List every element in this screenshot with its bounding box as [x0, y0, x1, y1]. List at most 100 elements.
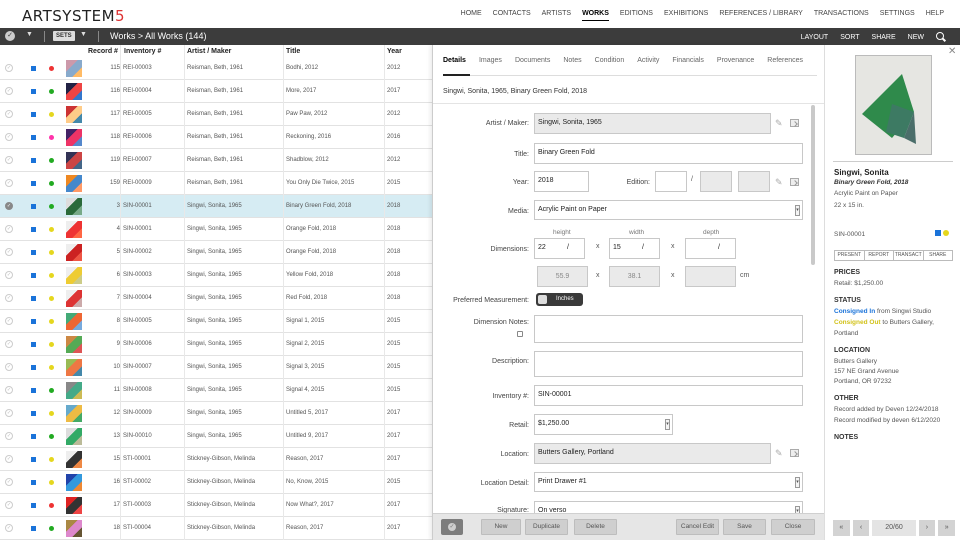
- close-icon[interactable]: ✕: [948, 46, 956, 57]
- row-thumbnail[interactable]: [66, 313, 82, 330]
- row-check-icon[interactable]: ✓: [5, 87, 13, 95]
- share-record-button[interactable]: SHARE: [924, 251, 953, 260]
- row-thumbnail[interactable]: [66, 497, 82, 514]
- edition-extra-field[interactable]: [738, 171, 770, 192]
- row-check-icon[interactable]: ✓: [5, 524, 13, 532]
- tab-condition[interactable]: Condition: [595, 57, 625, 64]
- share-button[interactable]: SHARE: [872, 34, 896, 41]
- table-row[interactable]: ✓ 18 STI-00004 Stickney-Gibson, Melinda Reas…: [0, 517, 432, 540]
- close-button[interactable]: Close: [771, 519, 815, 535]
- row-thumbnail[interactable]: [66, 83, 82, 100]
- row-check-icon[interactable]: ✓: [5, 64, 13, 72]
- table-row[interactable]: ✓ 117 REI-00005 Reisman, Beth, 1961 Paw Paw,…: [0, 103, 432, 126]
- row-check-icon[interactable]: ✓: [5, 179, 13, 187]
- table-row[interactable]: ✓ 115 REI-00003 Reisman, Beth, 1961 Bodhi, 2…: [0, 57, 432, 80]
- media-chevron-down-icon[interactable]: ▾: [795, 205, 800, 216]
- row-thumbnail[interactable]: [66, 520, 82, 537]
- row-thumbnail[interactable]: [66, 60, 82, 77]
- edition-number-field[interactable]: [655, 171, 687, 192]
- table-row[interactable]: ✓ 116 REI-00004 Reisman, Beth, 1961 More, 20…: [0, 80, 432, 103]
- row-thumbnail[interactable]: [66, 474, 82, 491]
- row-check-icon[interactable]: ✓: [5, 455, 13, 463]
- location-field[interactable]: Butters Gallery, Portland: [534, 443, 771, 464]
- duplicate-button[interactable]: Duplicate: [525, 519, 568, 535]
- row-check-icon[interactable]: ✓: [5, 248, 13, 256]
- row-thumbnail[interactable]: [66, 198, 82, 215]
- tab-images[interactable]: Images: [479, 57, 502, 64]
- table-row[interactable]: ✓ 159 REI-00009 Reisman, Beth, 1961 You Only…: [0, 172, 432, 195]
- row-check-icon[interactable]: ✓: [5, 340, 13, 348]
- select-menu-chevron-down-icon[interactable]: ▼: [26, 31, 33, 38]
- cancel-edit-button[interactable]: Cancel Edit: [676, 519, 719, 535]
- description-field[interactable]: [534, 351, 803, 377]
- table-row[interactable]: ✓ 8 SIN-00005 Singwi, Sonita, 1965 Signal 1,…: [0, 310, 432, 333]
- edit-pencil-icon[interactable]: ✎: [775, 119, 783, 128]
- nav-item-help[interactable]: HELP: [926, 10, 944, 21]
- table-row[interactable]: ✓ 16 STI-00002 Stickney-Gibson, Melinda No, …: [0, 471, 432, 494]
- retail-field[interactable]: $1,250.00 ▾: [534, 414, 673, 435]
- nav-item-works[interactable]: WORKS: [582, 10, 609, 21]
- title-field[interactable]: Binary Green Fold: [534, 143, 803, 164]
- tab-details[interactable]: Details: [443, 57, 466, 64]
- row-thumbnail[interactable]: [66, 267, 82, 284]
- nav-item-exhibitions[interactable]: EXHIBITIONS: [664, 10, 708, 21]
- artwork-image[interactable]: [855, 55, 932, 155]
- first-page-button[interactable]: «: [833, 520, 850, 536]
- row-thumbnail[interactable]: [66, 290, 82, 307]
- prev-page-button[interactable]: ‹: [852, 520, 870, 536]
- col-header-year[interactable]: Year: [387, 48, 402, 55]
- row-check-icon[interactable]: ✓: [5, 501, 13, 509]
- location-pencil-icon[interactable]: ✎: [775, 449, 783, 458]
- inventory-field[interactable]: SIN-00001: [534, 385, 803, 406]
- table-row[interactable]: ✓ 17 STI-00003 Stickney-Gibson, Melinda Now …: [0, 494, 432, 517]
- status-consigned-out[interactable]: Consigned Out: [834, 319, 881, 326]
- app-logo[interactable]: ARTSYSTEM5: [22, 7, 125, 25]
- row-thumbnail[interactable]: [66, 451, 82, 468]
- nav-item-settings[interactable]: SETTINGS: [880, 10, 915, 21]
- depth-field[interactable]: /: [685, 238, 736, 259]
- tab-references[interactable]: References: [767, 57, 803, 64]
- row-check-icon[interactable]: ✓: [5, 386, 13, 394]
- nav-item-home[interactable]: HOME: [461, 10, 482, 21]
- dimension-notes-checkbox[interactable]: [517, 331, 523, 337]
- save-button[interactable]: Save: [723, 519, 766, 535]
- nav-item-references-library[interactable]: REFERENCES / LIBRARY: [719, 10, 803, 21]
- table-row[interactable]: ✓ 11 SIN-00008 Singwi, Sonita, 1965 Signal 4…: [0, 379, 432, 402]
- new-record-button[interactable]: New: [481, 519, 521, 535]
- tab-financials[interactable]: Financials: [672, 57, 704, 64]
- table-row[interactable]: ✓ 15 STI-00001 Stickney-Gibson, Melinda Reas…: [0, 448, 432, 471]
- table-row[interactable]: ✓ 4 SIN-00001 Singwi, Sonita, 1965 Orange Fo…: [0, 218, 432, 241]
- table-row[interactable]: ✓ 3 SIN-00001 Singwi, Sonita, 1965 Binary Gr…: [0, 195, 432, 218]
- row-check-icon[interactable]: ✓: [5, 478, 13, 486]
- row-thumbnail[interactable]: [66, 428, 82, 445]
- table-row[interactable]: ✓ 13 SIN-00010 Singwi, Sonita, 1965 Untitled…: [0, 425, 432, 448]
- row-thumbnail[interactable]: [66, 244, 82, 261]
- row-check-icon[interactable]: ✓: [5, 363, 13, 371]
- next-page-button[interactable]: ›: [918, 520, 936, 536]
- row-check-icon[interactable]: ✓: [5, 271, 13, 279]
- location-link-icon[interactable]: [790, 449, 799, 457]
- width-field[interactable]: 15 /: [609, 238, 660, 259]
- col-header-inventory[interactable]: Inventory #: [124, 48, 161, 55]
- col-header-artist[interactable]: Artist / Maker: [187, 48, 231, 55]
- row-thumbnail[interactable]: [66, 359, 82, 376]
- table-row[interactable]: ✓ 10 SIN-00007 Singwi, Sonita, 1965 Signal 3…: [0, 356, 432, 379]
- row-thumbnail[interactable]: [66, 405, 82, 422]
- edition-pencil-icon[interactable]: ✎: [775, 178, 783, 187]
- row-thumbnail[interactable]: [66, 336, 82, 353]
- row-check-icon[interactable]: ✓: [5, 409, 13, 417]
- tab-notes[interactable]: Notes: [563, 57, 581, 64]
- row-check-icon[interactable]: ✓: [5, 317, 13, 325]
- row-check-icon[interactable]: ✓: [5, 432, 13, 440]
- preview-artist[interactable]: Singwi, Sonita: [834, 168, 889, 177]
- edition-of-field[interactable]: [700, 171, 732, 192]
- nav-item-editions[interactable]: EDITIONS: [620, 10, 653, 21]
- artist-field[interactable]: Singwi, Sonita, 1965: [534, 113, 771, 134]
- col-header-record[interactable]: Record #: [88, 48, 118, 55]
- new-button[interactable]: NEW: [908, 34, 924, 41]
- row-check-icon[interactable]: ✓: [5, 225, 13, 233]
- row-thumbnail[interactable]: [66, 221, 82, 238]
- table-row[interactable]: ✓ 118 REI-00006 Reisman, Beth, 1961 Reckonin…: [0, 126, 432, 149]
- row-check-icon[interactable]: ✓: [5, 110, 13, 118]
- confirm-button[interactable]: ✓: [441, 519, 463, 535]
